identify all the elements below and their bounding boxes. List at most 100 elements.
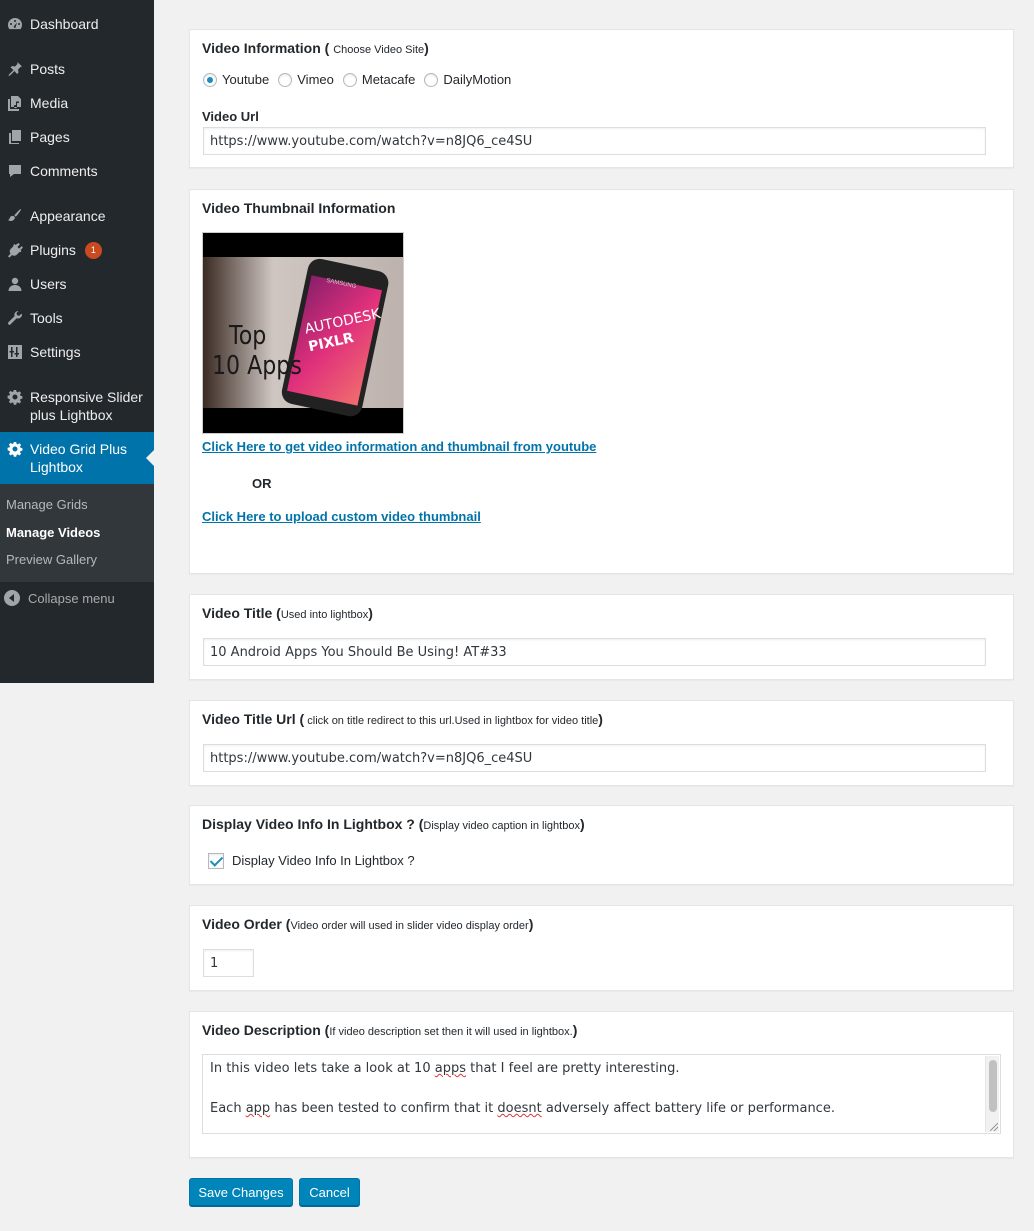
- panel-title-text: Video Description: [202, 1022, 321, 1038]
- dashboard-icon: [0, 16, 30, 32]
- video-title-url-panel: Video Title Url ( click on title redirec…: [189, 700, 1014, 786]
- video-grid-submenu: Manage Grids Manage Videos Preview Galle…: [0, 484, 154, 582]
- pages-icon: [0, 129, 30, 145]
- text-segment: Each: [210, 1101, 246, 1116]
- text-segment: has been tested to confirm that it: [270, 1101, 498, 1116]
- display-info-checkbox[interactable]: [208, 853, 224, 869]
- sidebar-item-comments[interactable]: Comments: [0, 160, 154, 182]
- video-title-input[interactable]: [203, 638, 986, 666]
- radio-button[interactable]: [203, 72, 217, 87]
- sidebar-item-label: Users: [30, 276, 67, 292]
- sidebar-item-appearance[interactable]: Appearance: [0, 205, 154, 227]
- radio-metacafe[interactable]: Metacafe: [342, 72, 416, 87]
- panel-title: Video Title (Used into lightbox): [202, 605, 373, 621]
- sidebar-item-tools[interactable]: Tools: [0, 307, 154, 329]
- video-description-panel: Video Description (If video description …: [189, 1011, 1014, 1158]
- panel-title-text: Video Title: [202, 605, 273, 621]
- media-icon: [0, 95, 30, 111]
- cancel-button[interactable]: Cancel: [299, 1178, 360, 1206]
- sidebar-item-plugins[interactable]: Plugins 1: [0, 239, 154, 261]
- upload-thumbnail-link[interactable]: Click Here to upload custom video thumbn…: [202, 509, 481, 524]
- misspelled-word: apps: [434, 1061, 466, 1076]
- video-url-input[interactable]: [203, 127, 986, 155]
- panel-title-text: Display Video Info In Lightbox ?: [202, 816, 415, 832]
- collapse-menu-label: Collapse menu: [28, 590, 115, 606]
- sidebar-item-label: Dashboard: [30, 16, 99, 32]
- text-segment: adversely affect battery life or perform…: [541, 1101, 835, 1116]
- panel-title-note: Choose Video Site: [333, 44, 425, 56]
- video-thumbnail-panel: Video Thumbnail Information Top 10 Apps …: [189, 189, 1014, 574]
- radio-label: Youtube: [222, 72, 270, 87]
- panel-title: Video Title Url ( click on title redirec…: [202, 711, 603, 727]
- gear-icon: [0, 388, 30, 405]
- textarea-scrollbar[interactable]: [985, 1056, 999, 1132]
- video-thumbnail-image: Top 10 Apps AUTODESK PIXLR SAMSUNG: [202, 232, 404, 434]
- panel-title: Video Thumbnail Information: [202, 200, 396, 216]
- video-order-input[interactable]: [203, 949, 254, 977]
- settings-icon: [0, 344, 30, 360]
- sidebar-item-label: Appearance: [30, 208, 106, 224]
- panel-title-text: Video Title Url: [202, 711, 296, 727]
- video-information-panel: Video Information ( Choose Video Site) Y…: [189, 29, 1014, 168]
- sidebar-item-label: Pages: [30, 129, 70, 145]
- text-segment: In this video lets take a look at 10: [210, 1061, 435, 1076]
- sidebar-item-video-grid[interactable]: Video Grid Plus Lightbox: [0, 432, 154, 484]
- text-segment: that I feel are pretty interesting.: [465, 1061, 680, 1076]
- or-separator: OR: [252, 476, 272, 491]
- sidebar-item-posts[interactable]: Posts: [0, 58, 154, 80]
- comment-icon: [0, 163, 30, 179]
- gear-icon: [0, 440, 30, 457]
- panel-title-text: Video Information: [202, 40, 321, 56]
- display-info-checkbox-label[interactable]: Display Video Info In Lightbox ?: [232, 853, 415, 868]
- wrench-icon: [0, 310, 30, 326]
- display-info-panel: Display Video Info In Lightbox ? (Displa…: [189, 805, 1014, 885]
- sidebar-item-label: Plugins: [30, 242, 76, 258]
- sidebar-item-label: Comments: [30, 163, 98, 179]
- sidebar-item-label: Tools: [30, 310, 63, 326]
- collapse-menu-button[interactable]: Collapse menu: [4, 590, 115, 606]
- radio-button[interactable]: [342, 72, 357, 87]
- video-title-url-input[interactable]: [203, 744, 986, 772]
- sidebar-item-users[interactable]: Users: [0, 273, 154, 295]
- submenu-preview-gallery[interactable]: Preview Gallery: [6, 552, 97, 567]
- misspelled-word: app: [245, 1101, 271, 1116]
- update-count-badge: 1: [84, 241, 102, 259]
- submenu-manage-videos[interactable]: Manage Videos: [6, 525, 100, 540]
- radio-label: Metacafe: [361, 72, 416, 87]
- panel-title-note: If video description set then it will us…: [329, 1026, 573, 1038]
- video-order-panel: Video Order (Video order will used in sl…: [189, 905, 1014, 991]
- submenu-manage-grids[interactable]: Manage Grids: [6, 497, 88, 512]
- panel-title: Display Video Info In Lightbox ? (Displa…: [202, 816, 585, 832]
- panel-title-note: Video order will used in slider video di…: [290, 920, 529, 932]
- radio-button[interactable]: [424, 72, 439, 87]
- radio-vimeo[interactable]: Vimeo: [278, 72, 334, 87]
- save-changes-button[interactable]: Save Changes: [189, 1178, 293, 1206]
- video-description-textarea[interactable]: In this video lets take a look at 10 app…: [202, 1054, 1001, 1134]
- scrollbar-thumb[interactable]: [989, 1060, 997, 1112]
- resize-grip-icon[interactable]: [990, 1123, 998, 1131]
- radio-label: Vimeo: [297, 72, 334, 87]
- sidebar-item-media[interactable]: Media: [0, 92, 154, 114]
- video-title-panel: Video Title (Used into lightbox): [189, 594, 1014, 680]
- video-site-radio-group: Youtube Vimeo Metacafe DailyMotion: [203, 72, 520, 87]
- radio-button[interactable]: [278, 72, 293, 87]
- pin-icon: [0, 61, 30, 77]
- sidebar-item-responsive-slider[interactable]: Responsive Slider plus Lightbox: [0, 388, 154, 424]
- description-line: In this video lets take a look at 10 app…: [210, 1059, 976, 1079]
- radio-youtube[interactable]: Youtube: [203, 72, 269, 87]
- sidebar-item-settings[interactable]: Settings: [0, 341, 154, 363]
- user-icon: [0, 276, 30, 292]
- admin-sidebar: Dashboard Posts Media Pages Comments App…: [0, 0, 154, 683]
- thumbnail-text-top: Top: [229, 321, 267, 351]
- radio-dailymotion[interactable]: DailyMotion: [424, 72, 511, 87]
- thumbnail-text-apps: 10 Apps: [212, 351, 302, 381]
- sidebar-item-label: Video Grid Plus Lightbox: [30, 441, 128, 475]
- plugin-icon: [0, 242, 30, 258]
- panel-title: Video Information ( Choose Video Site): [202, 40, 429, 56]
- current-menu-arrow: [146, 450, 154, 466]
- panel-title-note: Display video caption in lightbox: [423, 820, 580, 832]
- sidebar-item-dashboard[interactable]: Dashboard: [0, 13, 154, 35]
- sidebar-item-pages[interactable]: Pages: [0, 126, 154, 148]
- fetch-youtube-info-link[interactable]: Click Here to get video information and …: [202, 439, 596, 454]
